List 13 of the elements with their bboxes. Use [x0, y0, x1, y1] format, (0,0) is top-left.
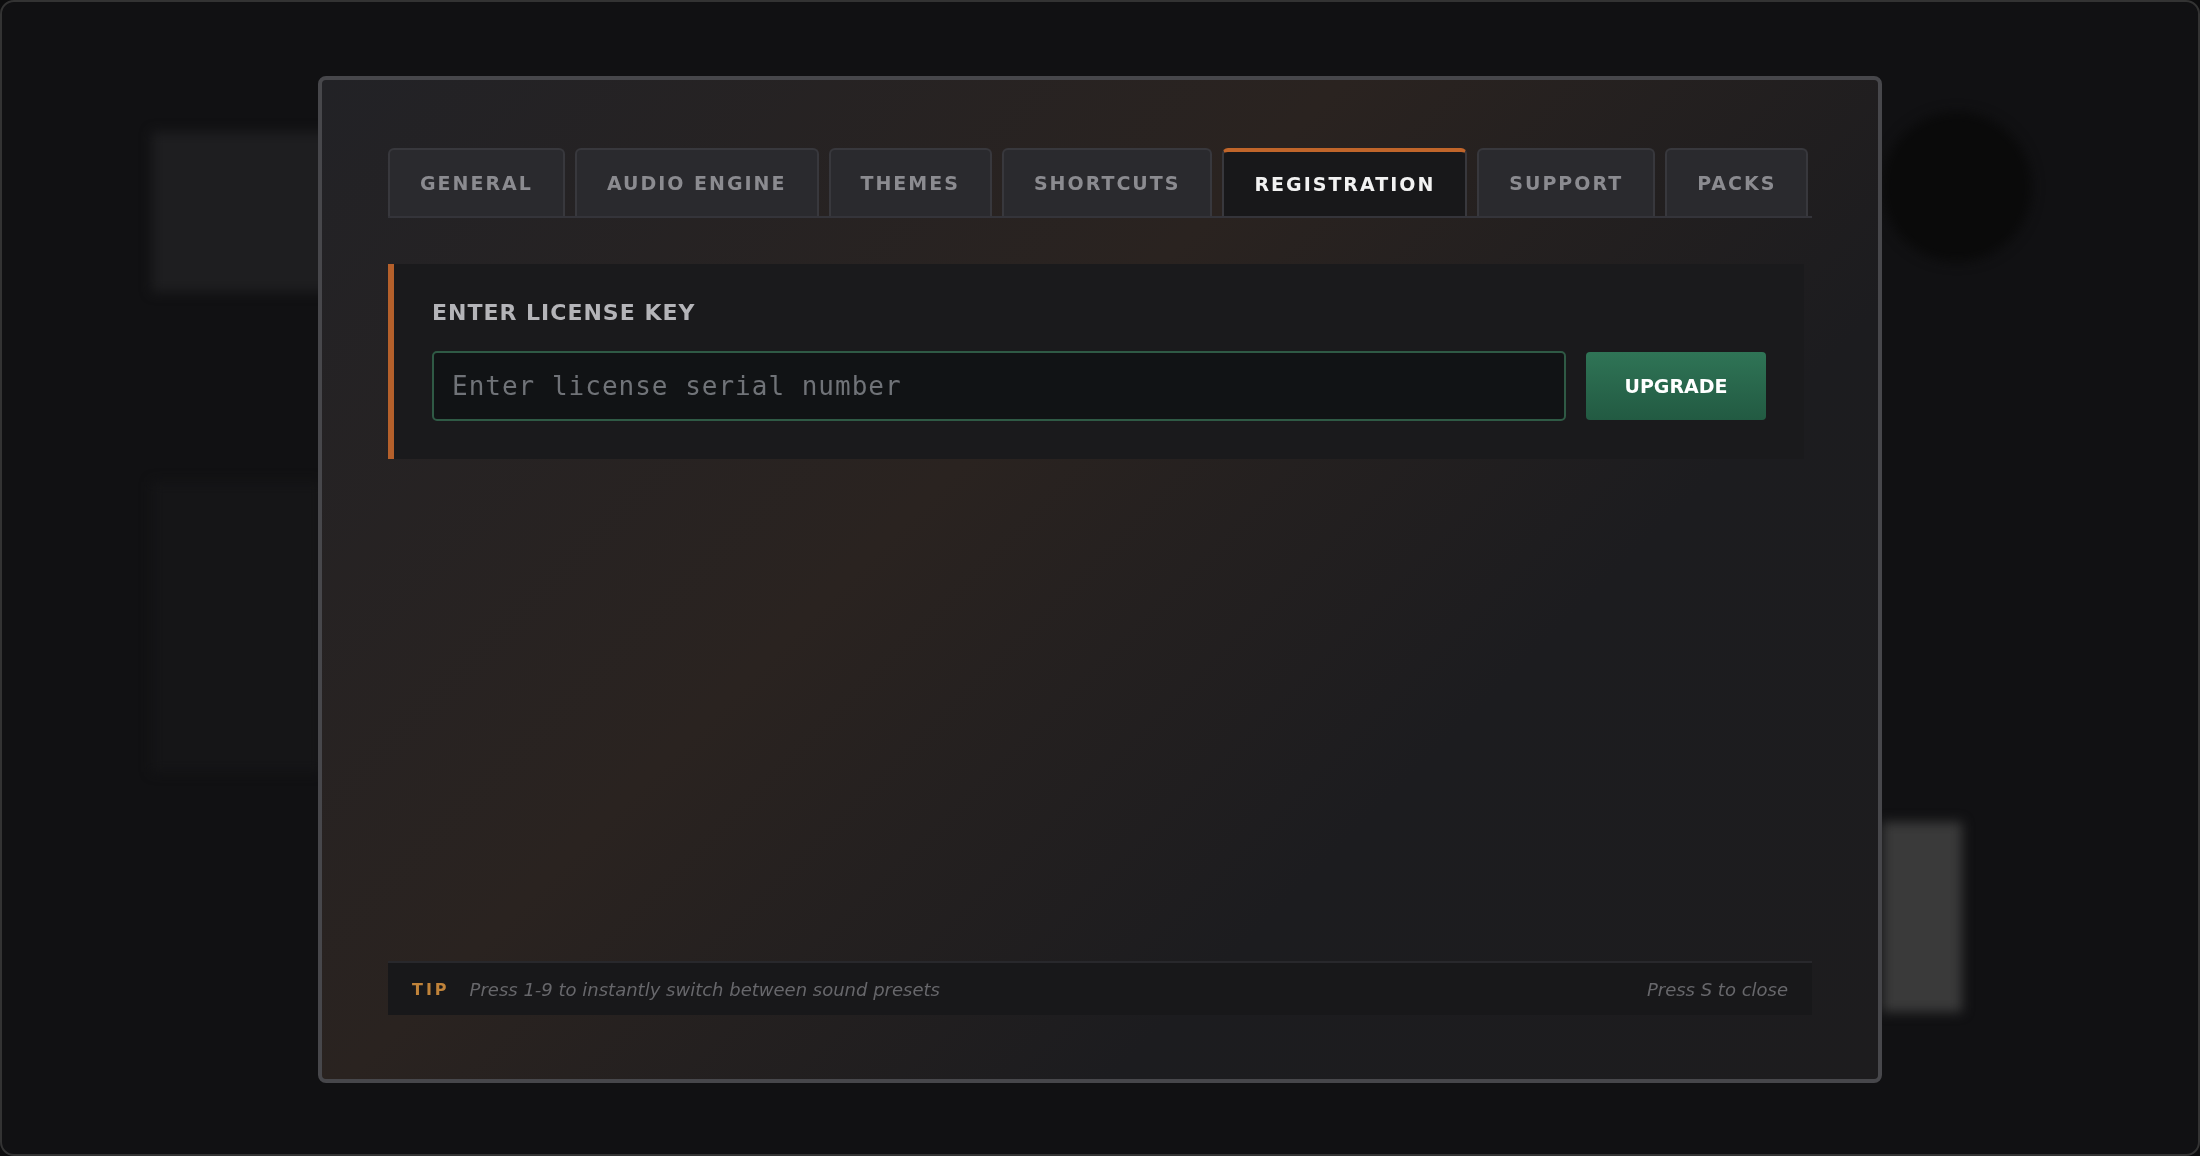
tab[interactable]: AUDIO ENGINE [574, 148, 819, 216]
tip-label: TIP [412, 979, 450, 999]
tab[interactable]: PACKS [1665, 148, 1809, 216]
license-field[interactable]: Enter license serial number [432, 351, 1566, 421]
tab[interactable]: SUPPORT [1477, 148, 1656, 216]
tab[interactable]: GENERAL [388, 148, 565, 216]
tab[interactable]: REGISTRATION [1222, 148, 1468, 216]
tip-text: Press 1-9 to instantly switch between sound presets [469, 978, 940, 1000]
upgrade-button[interactable]: UPGRADE [1586, 352, 1766, 420]
close-hint: Press S to close [1646, 978, 1788, 1000]
tab[interactable]: SHORTCUTS [1001, 148, 1213, 216]
tab[interactable]: THEMES [828, 148, 992, 216]
section-title: ENTER LICENSE KEY [432, 300, 697, 325]
